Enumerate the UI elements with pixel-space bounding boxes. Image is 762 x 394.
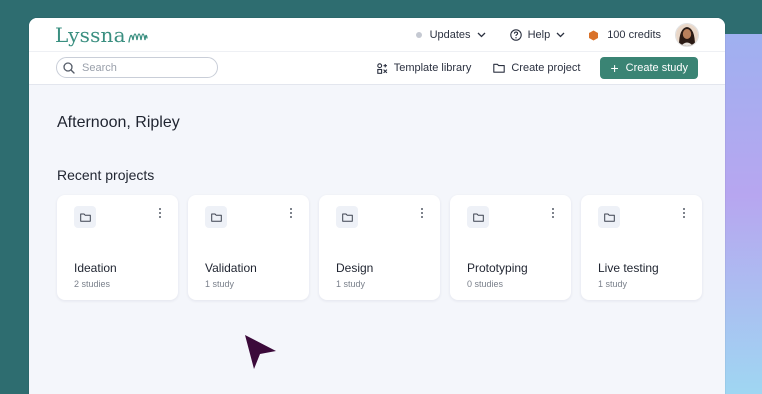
waves-icon xyxy=(128,33,148,43)
template-grid-icon xyxy=(376,62,387,74)
project-card-ideation[interactable]: Ideation 2 studies xyxy=(57,195,178,300)
folder-icon xyxy=(205,206,227,228)
kebab-icon[interactable] xyxy=(418,208,426,218)
user-avatar-image xyxy=(676,24,698,46)
dot-icon xyxy=(415,32,422,38)
credits-indicator[interactable]: 100 credits xyxy=(588,29,661,41)
template-library-button[interactable]: Template library xyxy=(376,62,472,74)
top-nav: Updates Help 100 credits xyxy=(415,23,699,47)
page-greeting: Afternoon, Ripley xyxy=(57,114,180,131)
folder-icon xyxy=(336,206,358,228)
folder-icon xyxy=(598,206,620,228)
avatar[interactable] xyxy=(675,23,699,47)
kebab-icon[interactable] xyxy=(549,208,557,218)
project-name: Live testing xyxy=(598,261,659,275)
recent-projects-heading: Recent projects xyxy=(57,167,155,183)
project-card-live-testing[interactable]: Live testing 1 study xyxy=(581,195,702,300)
updates-menu[interactable]: Updates xyxy=(415,29,486,41)
kebab-icon[interactable] xyxy=(156,208,164,218)
recent-projects-list: Ideation 2 studies Validation 1 study De… xyxy=(57,195,702,300)
search-input[interactable] xyxy=(80,60,204,75)
credits-label: 100 credits xyxy=(607,29,661,41)
question-circle-icon xyxy=(509,29,522,41)
top-bar: Lyssna Updates Help 100 credits Search T… xyxy=(29,18,725,85)
app-window: Lyssna Updates Help 100 credits Search T… xyxy=(29,18,725,394)
project-study-count: 2 studies xyxy=(74,279,111,289)
project-name: Validation xyxy=(205,261,257,275)
project-study-count: 1 study xyxy=(598,279,628,289)
updates-label: Updates xyxy=(429,29,471,41)
search-icon xyxy=(63,61,75,74)
plus-icon: + xyxy=(610,60,619,76)
chevron-down-icon xyxy=(556,32,565,38)
template-library-label: Template library xyxy=(393,62,472,74)
help-label: Help xyxy=(527,29,551,41)
project-name: Design xyxy=(336,261,374,275)
create-project-label: Create project xyxy=(511,62,581,74)
create-study-label: Create study xyxy=(625,62,688,74)
project-card-validation[interactable]: Validation 1 study xyxy=(188,195,309,300)
chevron-down-icon xyxy=(477,32,486,38)
mouse-cursor-icon xyxy=(245,335,276,369)
folder-icon xyxy=(467,206,489,228)
kebab-icon[interactable] xyxy=(680,208,688,218)
hexagon-coin-icon xyxy=(589,30,599,40)
project-card-design[interactable]: Design 1 study xyxy=(319,195,440,300)
project-name: Prototyping xyxy=(467,261,528,275)
folder-icon xyxy=(493,63,506,73)
help-menu[interactable]: Help xyxy=(509,29,566,41)
kebab-icon[interactable] xyxy=(287,208,295,218)
project-study-count: 0 studies xyxy=(467,279,504,289)
topbar-divider xyxy=(29,51,725,52)
create-project-button[interactable]: Create project xyxy=(493,62,580,74)
search-box[interactable] xyxy=(56,57,218,78)
project-name: Ideation xyxy=(74,261,117,275)
project-study-count: 1 study xyxy=(336,279,366,289)
lyssna-logo[interactable]: Lyssna xyxy=(55,23,149,47)
project-study-count: 1 study xyxy=(205,279,235,289)
logo-text: Lyssna xyxy=(55,23,126,47)
folder-icon xyxy=(74,206,96,228)
toolbar-actions: Template library Create project + Create… xyxy=(376,57,698,79)
project-card-prototyping[interactable]: Prototyping 0 studies xyxy=(450,195,571,300)
create-study-button[interactable]: + Create study xyxy=(600,57,698,79)
